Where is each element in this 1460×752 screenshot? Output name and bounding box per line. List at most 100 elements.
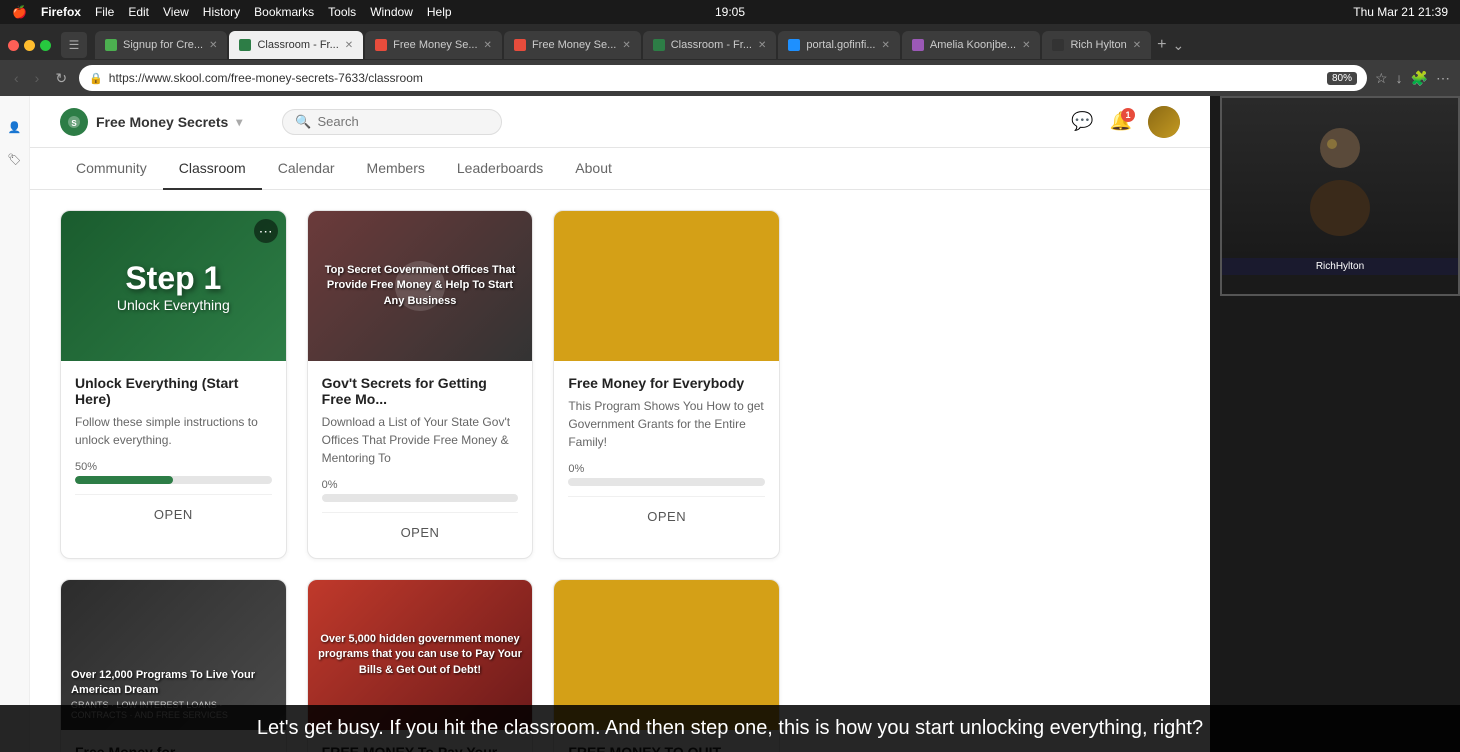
apple-menu[interactable]: 🍎: [12, 5, 27, 19]
course-card-step1[interactable]: Step 1 Unlock Everything ⋯ Unlock Everyt…: [60, 210, 287, 559]
firefox-menu[interactable]: Firefox: [41, 5, 81, 19]
clock: 19:05: [715, 5, 745, 19]
course-thumbnail-everybody: [554, 211, 779, 361]
zoom-badge: 80%: [1327, 72, 1357, 85]
tab-7-label: Rich Hylton: [1070, 39, 1126, 51]
tab-3[interactable]: Free Money Se... ✕: [504, 31, 641, 59]
brand[interactable]: S Free Money Secrets ▾: [60, 108, 242, 136]
tab-0[interactable]: Signup for Cre... ✕: [95, 31, 227, 59]
course-title-everybody: Free Money for Everybody: [568, 375, 765, 391]
file-menu[interactable]: File: [95, 5, 114, 19]
tab-leaderboards[interactable]: Leaderboards: [441, 148, 559, 190]
history-menu[interactable]: History: [203, 5, 240, 19]
subtitle-text: Let's get busy. If you hit the classroom…: [257, 717, 1203, 739]
tab-community[interactable]: Community: [60, 148, 163, 190]
window-menu[interactable]: Window: [370, 5, 413, 19]
card-menu-button-step1[interactable]: ⋯: [254, 219, 278, 243]
tab-2[interactable]: Free Money Se... ✕: [365, 31, 502, 59]
tab-1[interactable]: Classroom - Fr... ✕: [229, 31, 363, 59]
extension-icon[interactable]: 🧩: [1411, 70, 1428, 87]
new-tab-button[interactable]: +: [1157, 36, 1166, 54]
tab-6-close[interactable]: ✕: [1022, 40, 1030, 51]
tab-4[interactable]: Classroom - Fr... ✕: [643, 31, 777, 59]
right-panel: FATHOM RichHylton: [1210, 96, 1460, 752]
open-button-gov[interactable]: OPEN: [322, 517, 519, 548]
search-input[interactable]: [318, 114, 490, 129]
tab-0-close[interactable]: ✕: [209, 40, 217, 51]
tab-3-close[interactable]: ✕: [622, 40, 630, 51]
course-body-gov: Gov't Secrets for Getting Free Mo... Dow…: [308, 361, 533, 558]
step-number: Step 1: [125, 260, 221, 297]
progress-label-step1: 50%: [75, 461, 272, 473]
minimize-window-button[interactable]: [24, 40, 35, 51]
tab-5[interactable]: portal.gofinfi... ✕: [778, 31, 899, 59]
tab-7[interactable]: Rich Hylton ✕: [1042, 31, 1151, 59]
view-menu[interactable]: View: [163, 5, 189, 19]
forward-button[interactable]: ›: [31, 68, 44, 88]
notification-bell-icon[interactable]: 🔔 1: [1110, 111, 1132, 132]
brand-dropdown-icon[interactable]: ▾: [236, 115, 242, 129]
tab-members[interactable]: Members: [351, 148, 441, 190]
tab-6-label: Amelia Koonjbe...: [930, 39, 1016, 51]
tab-4-close[interactable]: ✕: [758, 40, 766, 51]
brand-name: Free Money Secrets: [96, 114, 228, 130]
tab-classroom[interactable]: Classroom: [163, 148, 262, 190]
tab-5-favicon: [788, 39, 800, 51]
course-card-everybody[interactable]: Free Money for Everybody This Program Sh…: [553, 210, 780, 559]
help-menu[interactable]: Help: [427, 5, 452, 19]
bookmark-icon[interactable]: ☆: [1375, 70, 1388, 87]
tab-calendar[interactable]: Calendar: [262, 148, 351, 190]
address-bar[interactable]: 🔒 https://www.skool.com/free-money-secre…: [79, 65, 1367, 91]
step-label: Unlock Everything: [117, 297, 230, 313]
back-button[interactable]: ‹: [10, 68, 23, 88]
person-silhouette: [1300, 118, 1380, 238]
chat-icon[interactable]: 💬: [1071, 111, 1093, 132]
course-title-step1: Unlock Everything (Start Here): [75, 375, 272, 407]
header-search[interactable]: 🔍: [282, 109, 502, 135]
maximize-window-button[interactable]: [40, 40, 51, 51]
tab-2-label: Free Money Se...: [393, 39, 477, 51]
sidebar-icon-2[interactable]: 🏷: [4, 148, 26, 170]
card-divider-everybody: [568, 496, 765, 497]
course-grid: Step 1 Unlock Everything ⋯ Unlock Everyt…: [60, 210, 780, 752]
nav-tabs: Community Classroom Calendar Members Lea…: [30, 148, 1210, 190]
card-divider-gov: [322, 512, 519, 513]
paybills-text: Over 5,000 hidden government money progr…: [318, 632, 523, 678]
overflow-menu-icon[interactable]: ⋯: [1436, 70, 1450, 87]
sidebar-toggle-button[interactable]: ☰: [61, 32, 87, 58]
course-desc-gov: Download a List of Your State Gov't Offi…: [322, 413, 519, 467]
video-label: RichHylton: [1222, 258, 1458, 275]
reload-button[interactable]: ↻: [51, 68, 71, 89]
avatar[interactable]: [1148, 106, 1180, 138]
tab-5-label: portal.gofinfi...: [806, 39, 875, 51]
open-button-step1[interactable]: OPEN: [75, 499, 272, 530]
search-icon: 🔍: [295, 114, 311, 130]
edit-menu[interactable]: Edit: [128, 5, 149, 19]
download-icon[interactable]: ↓: [1396, 70, 1403, 86]
tab-4-label: Classroom - Fr...: [671, 39, 752, 51]
sidebar-icon-1[interactable]: 👤: [4, 116, 26, 138]
mac-menubar: 🍎 Firefox File Edit View History Bookmar…: [0, 0, 1460, 24]
tab-7-close[interactable]: ✕: [1133, 40, 1141, 51]
open-button-everybody[interactable]: OPEN: [568, 501, 765, 532]
course-card-gov[interactable]: Top Secret Government Offices That Provi…: [307, 210, 534, 559]
tab-2-close[interactable]: ✕: [484, 40, 492, 51]
svg-text:S: S: [71, 119, 77, 128]
tab-overflow-button[interactable]: ⌄: [1172, 37, 1184, 54]
video-face: [1222, 98, 1458, 258]
progress-label-everybody: 0%: [568, 463, 765, 475]
subtitle-bar: Let's get busy. If you hit the classroom…: [0, 705, 1460, 752]
tab-6[interactable]: Amelia Koonjbe... ✕: [902, 31, 1041, 59]
tab-4-favicon: [653, 39, 665, 51]
tab-about[interactable]: About: [559, 148, 628, 190]
course-thumbnail-step1: Step 1 Unlock Everything ⋯: [61, 211, 286, 361]
tab-5-close[interactable]: ✕: [881, 40, 889, 51]
address-bar-row: ‹ › ↻ 🔒 https://www.skool.com/free-money…: [0, 60, 1460, 96]
left-sidebar: 👤 🏷: [0, 96, 30, 752]
progress-container-gov: 0%: [322, 479, 519, 502]
close-window-button[interactable]: [8, 40, 19, 51]
bookmarks-menu[interactable]: Bookmarks: [254, 5, 314, 19]
ent-title: Over 12,000 Programs To Live Your Americ…: [71, 668, 276, 697]
tools-menu[interactable]: Tools: [328, 5, 356, 19]
tab-1-close[interactable]: ✕: [345, 40, 353, 51]
